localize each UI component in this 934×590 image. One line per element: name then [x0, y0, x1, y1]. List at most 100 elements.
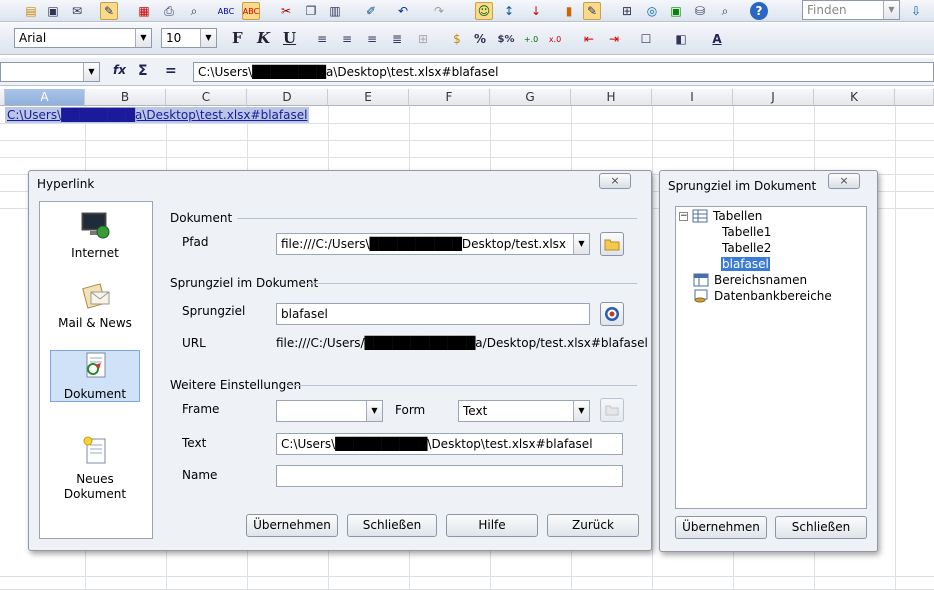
column-header-j[interactable]: J [733, 89, 814, 106]
close-icon[interactable]: × [599, 173, 631, 189]
apply-button[interactable]: Übernehmen [246, 514, 338, 537]
datasource-icon[interactable]: ⛁ [691, 2, 709, 20]
currency-icon[interactable]: $ [448, 30, 466, 48]
column-header-b[interactable]: B [85, 89, 166, 106]
tree-item-tabelle2[interactable]: Tabelle2 [722, 241, 771, 255]
cut-icon[interactable]: ✂ [277, 2, 295, 20]
zoom-icon[interactable]: ⌕ [716, 2, 734, 20]
bold-button[interactable]: F [232, 29, 243, 47]
percent-button[interactable]: % [471, 30, 489, 48]
close-button[interactable]: Schließen [347, 514, 437, 537]
pdf-icon[interactable]: ▦ [135, 2, 153, 20]
navigator-icon[interactable]: ⊞ [618, 2, 636, 20]
save-icon[interactable]: ▣ [44, 2, 62, 20]
events-button[interactable] [600, 398, 624, 422]
column-header-l[interactable] [895, 89, 934, 106]
align-center-icon[interactable]: ≡ [338, 30, 356, 48]
find-input[interactable]: Finden ▼ [802, 0, 900, 20]
help-icon[interactable]: ? [750, 2, 768, 20]
delete-decimal-icon[interactable]: x.0 [546, 30, 564, 48]
spellcheck-icon[interactable]: ABC [217, 2, 235, 20]
draw-icon[interactable]: ✎ [583, 2, 601, 20]
preview-icon[interactable]: ⌕ [185, 2, 203, 20]
email-icon[interactable]: ✉ [68, 2, 86, 20]
font-size-box[interactable]: 10 ▼ [161, 28, 217, 48]
merge-cells-icon[interactable]: ⊞ [414, 30, 432, 48]
justify-icon[interactable]: ≣ [388, 30, 406, 48]
category-document[interactable]: Dokument [50, 350, 140, 402]
font-color-icon[interactable]: A [708, 30, 726, 48]
auto-spellcheck-icon[interactable]: ABC [242, 2, 260, 20]
redo-icon[interactable]: ↷ [430, 2, 448, 20]
chart-icon[interactable]: ▮ [560, 2, 578, 20]
font-name-box[interactable]: Arial ▼ [14, 28, 152, 48]
tree-node-tables[interactable]: − Tabellen [679, 209, 762, 223]
column-header-h[interactable]: H [571, 89, 652, 106]
column-header-f[interactable]: F [409, 89, 490, 106]
target-input[interactable]: blafasel [276, 303, 590, 325]
paste-icon[interactable]: ▥ [326, 2, 344, 20]
borders-icon[interactable]: ☐ [637, 30, 655, 48]
back-button[interactable]: Zurück [547, 514, 639, 537]
column-header-e[interactable]: E [328, 89, 409, 106]
column-header-a[interactable]: A [5, 89, 85, 106]
open-file-button[interactable] [600, 232, 624, 256]
open-icon[interactable]: ▤ [22, 2, 40, 20]
collapse-icon[interactable]: − [679, 211, 688, 221]
format-paintbrush-icon[interactable]: ✐ [362, 2, 380, 20]
chevron-down-icon[interactable]: ▼ [83, 63, 99, 81]
sort-desc-icon[interactable]: ↓ [527, 2, 545, 20]
column-header-g[interactable]: G [490, 89, 571, 106]
path-combobox[interactable]: file:///C:/Users\██████████Desktop/test.… [276, 233, 590, 255]
column-header-c[interactable]: C [166, 89, 247, 106]
underline-button[interactable]: U [283, 29, 296, 47]
edit-mode-icon[interactable]: ✎ [100, 2, 118, 20]
function-wizard-button[interactable]: fx [113, 63, 126, 77]
target-in-document-button[interactable] [600, 302, 624, 326]
tree-node-range-names[interactable]: Bereichsnamen [693, 273, 807, 287]
apply-button[interactable]: Übernehmen [675, 516, 767, 539]
indent-decrease-icon[interactable]: ⇤ [580, 30, 598, 48]
chevron-down-icon[interactable]: ▼ [573, 401, 589, 421]
tree-item-tabelle1[interactable]: Tabelle1 [722, 225, 771, 239]
formula-input[interactable]: C:\Users\████████a\Desktop\test.xlsx#bla… [193, 62, 934, 82]
copy-icon[interactable]: ❐ [302, 2, 320, 20]
target-tree[interactable]: − Tabellen Tabelle1 Tabelle2 blafasel Be… [675, 206, 867, 509]
number-format-button[interactable]: $% [497, 30, 515, 48]
align-left-icon[interactable]: ≡ [313, 30, 331, 48]
name-box[interactable]: ▼ [0, 62, 100, 82]
cell-a1-hyperlink[interactable]: C:\Users\████████a\Desktop\test.xlsx#bla… [5, 107, 310, 123]
category-internet[interactable]: Internet [50, 210, 140, 262]
chevron-down-icon[interactable]: ▼ [573, 234, 589, 254]
column-header-d[interactable]: D [247, 89, 328, 106]
align-right-icon[interactable]: ≡ [363, 30, 381, 48]
undo-icon[interactable]: ↶ [394, 2, 412, 20]
tree-item-blafasel[interactable]: blafasel [721, 257, 770, 271]
text-input[interactable]: C:\Users\██████████\Desktop\test.xlsx#bl… [276, 433, 623, 455]
print-icon[interactable]: ⎙ [160, 2, 178, 20]
function-button[interactable]: = [165, 63, 177, 79]
background-color-icon[interactable]: ◧ [672, 30, 690, 48]
chevron-down-icon[interactable]: ▼ [135, 29, 151, 47]
sort-asc-icon[interactable]: ↕ [500, 2, 518, 20]
column-header-k[interactable]: K [814, 89, 895, 106]
add-decimal-icon[interactable]: +.0 [522, 30, 540, 48]
close-icon[interactable]: × [828, 173, 860, 189]
close-button[interactable]: Schließen [775, 516, 867, 539]
chevron-down-icon[interactable]: ▼ [883, 1, 899, 19]
chevron-down-icon[interactable]: ▼ [200, 29, 216, 47]
chevron-down-icon[interactable]: ▼ [366, 401, 382, 421]
sum-button[interactable]: Σ [138, 63, 148, 79]
category-new-document[interactable]: Neues Dokument [50, 420, 140, 501]
indent-increase-icon[interactable]: ⇥ [605, 30, 623, 48]
tree-node-database-ranges[interactable]: Datenbankbereiche [693, 289, 832, 303]
column-header-i[interactable]: I [652, 89, 733, 106]
italic-button[interactable]: K [257, 29, 270, 47]
form-combobox[interactable]: Text ▼ [458, 400, 590, 422]
name-input[interactable] [276, 465, 623, 487]
image-icon[interactable]: ▣ [667, 2, 685, 20]
frame-combobox[interactable]: ▼ [276, 400, 383, 422]
find-next-icon[interactable]: ⇩ [907, 2, 925, 20]
help-button[interactable]: Hilfe [446, 514, 538, 537]
category-mail-news[interactable]: Mail & News [50, 280, 140, 332]
